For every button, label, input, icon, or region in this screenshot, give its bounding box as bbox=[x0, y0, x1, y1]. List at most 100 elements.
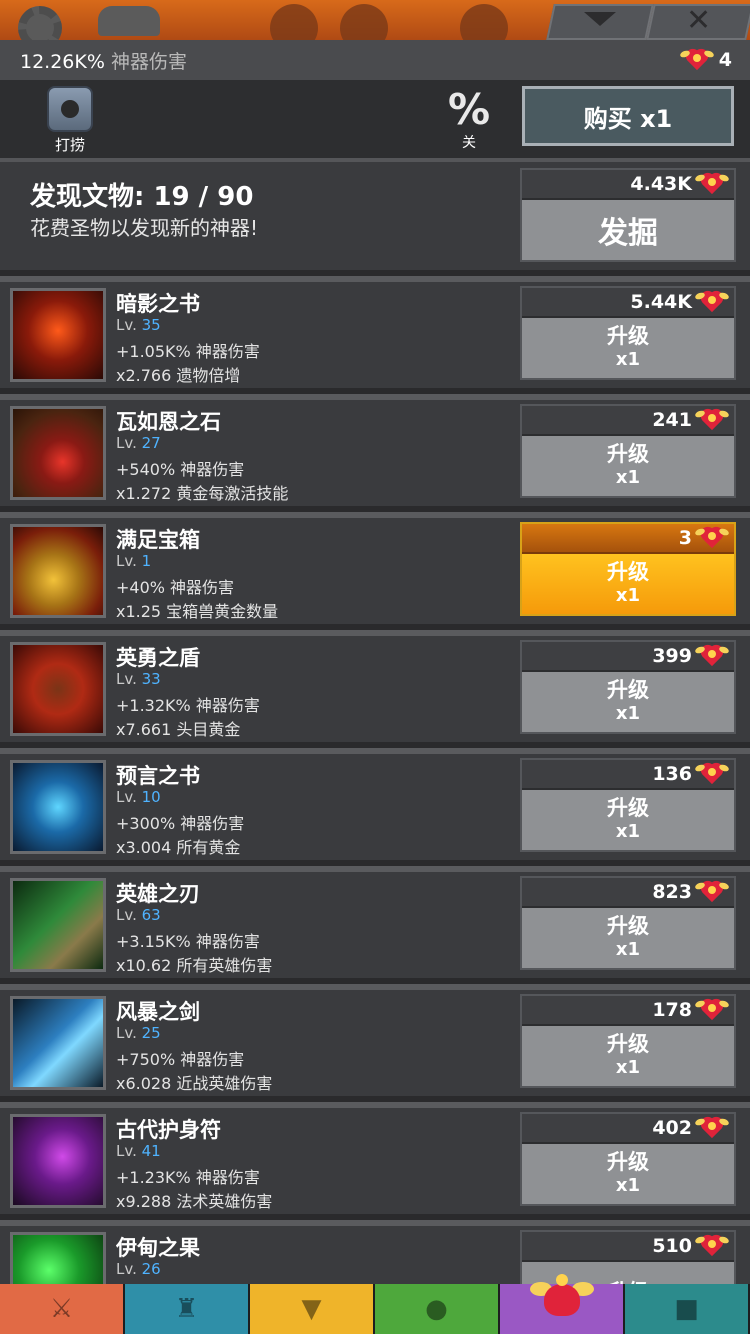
artifact-row: 满足宝箱 Lv. 1 +40% 神器伤害 x1.25 宝箱兽黄金数量 3 升级 x… bbox=[0, 512, 750, 624]
upgrade-multiplier: x1 bbox=[615, 1057, 641, 1078]
upgrade-cost: 399 bbox=[652, 645, 692, 667]
percent-icon: % bbox=[447, 85, 491, 134]
winged-heart-icon bbox=[694, 644, 730, 668]
tab-artifacts[interactable] bbox=[500, 1274, 625, 1334]
upgrade-button[interactable]: 241 升级 x1 bbox=[520, 404, 736, 498]
armor-icon: ▼ bbox=[301, 1294, 322, 1324]
sword-icon: ⚔ bbox=[49, 1294, 74, 1324]
percent-toggle-label: 关 bbox=[462, 135, 476, 151]
winged-heart-icon bbox=[694, 1234, 730, 1258]
artifact-level: 41 bbox=[141, 1142, 161, 1160]
artifact-level: 25 bbox=[141, 1024, 161, 1042]
shop-icon: ■ bbox=[674, 1294, 699, 1324]
artifact-damage-bonus: +1.23K% 神器伤害 bbox=[116, 1168, 260, 1187]
upgrade-cost: 510 bbox=[652, 1235, 692, 1257]
upgrade-button[interactable]: 399 升级 x1 bbox=[520, 640, 736, 734]
artifact-name: 瓦如恩之石 bbox=[116, 410, 221, 434]
artifact-damage-bonus: +1.05K% 神器伤害 bbox=[116, 342, 260, 361]
artifact-effect: x2.766 遗物倍增 bbox=[116, 366, 241, 385]
upgrade-label: 升级 bbox=[607, 796, 649, 820]
level-prefix: Lv. bbox=[116, 552, 137, 570]
salvage-label: 打捞 bbox=[54, 136, 85, 154]
total-damage-value: 12.26K% bbox=[20, 50, 105, 73]
winged-heart-icon bbox=[694, 880, 730, 904]
winged-heart-icon bbox=[694, 290, 730, 314]
artifact-damage-bonus: +1.32K% 神器伤害 bbox=[116, 696, 260, 715]
total-damage-label: 神器伤害 bbox=[110, 50, 187, 73]
discover-artifact-panel: 发现文物: 19 / 90 花费圣物以发现新的神器! 4.43K 发掘 bbox=[0, 158, 750, 270]
artifact-row: 古代护身符 Lv. 41 +1.23K% 神器伤害 x9.288 法术英雄伤害 … bbox=[0, 1102, 750, 1214]
buy-multiplier-button[interactable]: 购买 x1 bbox=[522, 86, 734, 146]
artifact-effect: x9.288 法术英雄伤害 bbox=[116, 1192, 273, 1211]
bottom-nav: ⚔ ♜ ▼ ● ■ bbox=[0, 1274, 750, 1334]
level-prefix: Lv. bbox=[116, 906, 137, 924]
relic-count: 4 bbox=[718, 49, 732, 71]
artifact-damage-bonus: +300% 神器伤害 bbox=[116, 814, 245, 833]
book-of-shadows-icon bbox=[10, 288, 106, 382]
level-prefix: Lv. bbox=[116, 670, 137, 688]
upgrade-button[interactable]: 5.44K 升级 x1 bbox=[520, 286, 736, 380]
hero-portrait bbox=[270, 4, 318, 40]
tab-pets[interactable]: ● bbox=[375, 1284, 500, 1334]
artifact-effect: x10.62 所有英雄伤害 bbox=[116, 956, 273, 975]
upgrade-button[interactable]: 178 升级 x1 bbox=[520, 994, 736, 1088]
tab-heroes[interactable]: ♜ bbox=[125, 1284, 250, 1334]
artifact-effect: x7.661 头目黄金 bbox=[116, 720, 241, 739]
winged-heart-icon bbox=[694, 1116, 730, 1140]
discover-title: 发现文物: 19 / 90 bbox=[30, 182, 254, 212]
upgrade-cost: 823 bbox=[652, 881, 692, 903]
discover-button[interactable]: 4.43K 发掘 bbox=[520, 168, 736, 262]
tab-equipment[interactable]: ▼ bbox=[250, 1284, 375, 1334]
satisfying-chest-icon bbox=[10, 524, 106, 618]
upgrade-cost: 402 bbox=[652, 1117, 692, 1139]
discover-action-label: 发掘 bbox=[522, 200, 734, 260]
upgrade-multiplier: x1 bbox=[615, 821, 641, 842]
artifact-damage-bonus: +40% 神器伤害 bbox=[116, 578, 235, 597]
artifact-level: 1 bbox=[141, 552, 152, 570]
upgrade-button[interactable]: 3 升级 x1 bbox=[520, 522, 736, 616]
salvage-button[interactable]: 打捞 bbox=[40, 86, 100, 155]
artifact-effect: x1.272 黄金每激活技能 bbox=[116, 484, 289, 503]
hero-blade-icon bbox=[10, 878, 106, 972]
tab-sword-master[interactable]: ⚔ bbox=[0, 1284, 125, 1334]
artifact-name: 预言之书 bbox=[116, 764, 200, 788]
book-of-prophecy-icon bbox=[10, 760, 106, 854]
chevron-down-icon bbox=[584, 12, 616, 26]
salvage-icon bbox=[47, 86, 93, 132]
upgrade-label: 升级 bbox=[607, 1150, 649, 1174]
upgrade-cost: 241 bbox=[652, 409, 692, 431]
upgrade-label: 升级 bbox=[607, 678, 649, 702]
artifact-effect: x1.25 宝箱兽黄金数量 bbox=[116, 602, 279, 621]
upgrade-button[interactable]: 823 升级 x1 bbox=[520, 876, 736, 970]
artifact-level: 33 bbox=[141, 670, 161, 688]
settings-gear-icon[interactable] bbox=[18, 6, 62, 40]
artifact-heart-icon bbox=[529, 1270, 594, 1326]
level-prefix: Lv. bbox=[116, 1142, 137, 1160]
tab-shop[interactable]: ■ bbox=[625, 1284, 750, 1334]
upgrade-multiplier: x1 bbox=[615, 1175, 641, 1196]
upgrade-multiplier: x1 bbox=[615, 467, 641, 488]
artifact-row: 预言之书 Lv. 10 +300% 神器伤害 x3.004 所有黄金 136 升… bbox=[0, 748, 750, 860]
artifact-effect: x6.028 近战英雄伤害 bbox=[116, 1074, 273, 1093]
level-prefix: Lv. bbox=[116, 1024, 137, 1042]
upgrade-button[interactable]: 136 升级 x1 bbox=[520, 758, 736, 852]
upgrade-label: 升级 bbox=[607, 1032, 649, 1056]
artifact-row: 瓦如恩之石 Lv. 27 +540% 神器伤害 x1.272 黄金每激活技能 2… bbox=[0, 394, 750, 506]
game-top-strip: ✕ bbox=[0, 0, 750, 40]
relic-counter: 4 bbox=[679, 48, 732, 72]
valor-shield-icon bbox=[10, 642, 106, 736]
winged-heart-icon bbox=[679, 48, 715, 72]
percent-toggle[interactable]: % 关 bbox=[440, 88, 498, 152]
artifact-name: 英雄之刃 bbox=[116, 882, 200, 906]
pet-icon: ● bbox=[425, 1294, 448, 1324]
close-icon: ✕ bbox=[686, 3, 712, 38]
winged-heart-icon bbox=[694, 408, 730, 432]
discover-description: 花费圣物以发现新的神器! bbox=[30, 216, 259, 240]
hero-portrait bbox=[460, 4, 508, 40]
upgrade-cost: 3 bbox=[678, 527, 692, 549]
artifact-row: 伊甸之果 Lv. 26 510 升级 bbox=[0, 1220, 750, 1284]
artifact-level: 10 bbox=[141, 788, 161, 806]
upgrade-multiplier: x1 bbox=[615, 939, 641, 960]
upgrade-multiplier: x1 bbox=[615, 703, 641, 724]
upgrade-button[interactable]: 402 升级 x1 bbox=[520, 1112, 736, 1206]
